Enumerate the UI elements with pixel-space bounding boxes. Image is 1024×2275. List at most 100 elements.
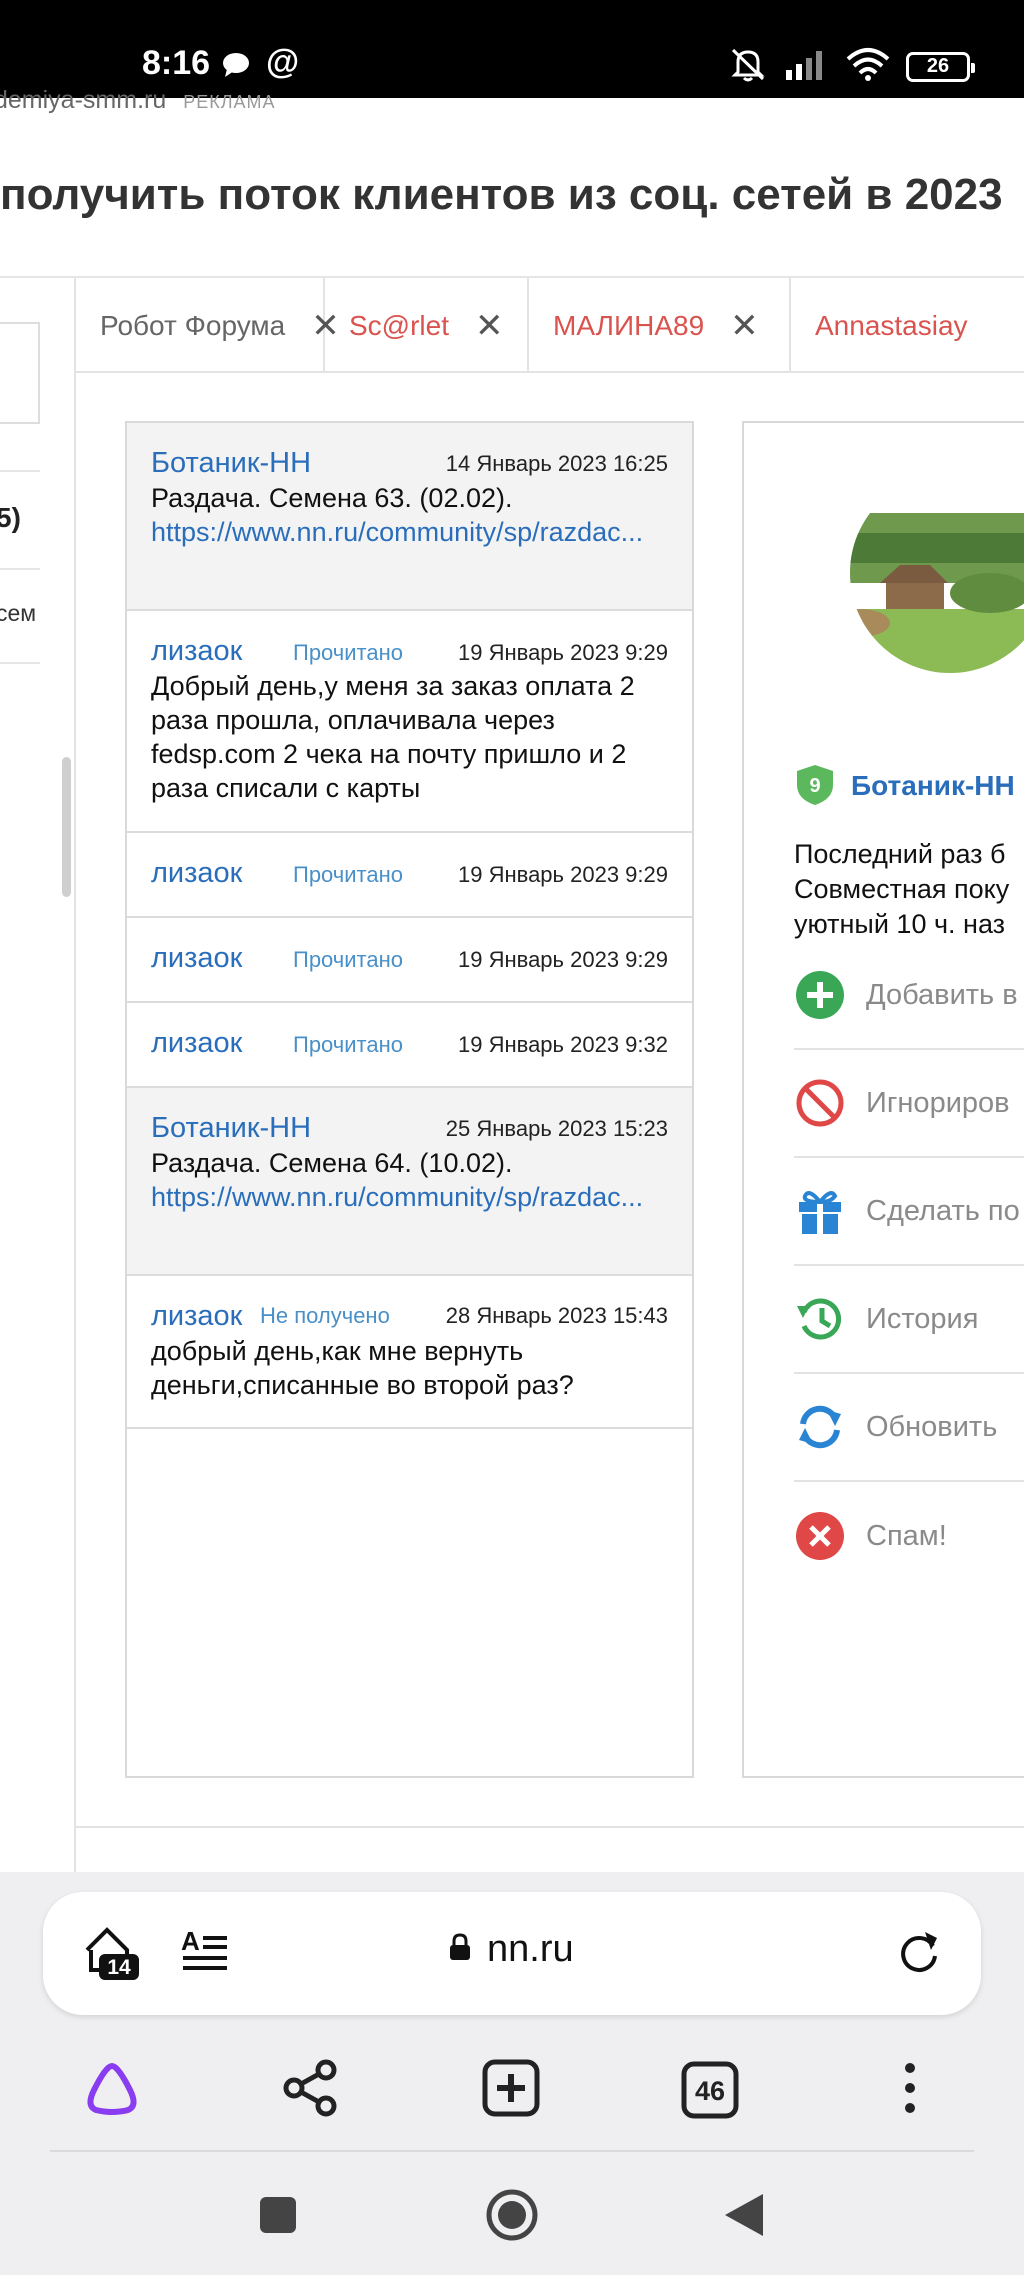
- menu-button[interactable]: [870, 2050, 950, 2130]
- share-icon: [280, 2058, 340, 2123]
- status-time: 8:16: [142, 44, 211, 82]
- tabs-counter-button[interactable]: 14: [81, 1924, 143, 1987]
- send-gift-button[interactable]: Сделать по: [794, 1158, 1024, 1266]
- message-link[interactable]: https://www.nn.ru/community/sp/razdac...: [151, 1180, 670, 1214]
- message-text: Раздача. Семена 64. (10.02). https://www…: [151, 1146, 670, 1214]
- ad-line[interactable]: demiya-smm.ru РЕКЛАМА: [0, 86, 276, 116]
- tab-label: Sc@rlet: [349, 309, 449, 341]
- close-icon[interactable]: ✕: [730, 306, 759, 346]
- close-circle-icon: [794, 1510, 846, 1562]
- chat-notification-icon: [222, 52, 250, 83]
- message-date: 19 Январь 2023 9:29: [458, 862, 668, 887]
- sidebar-item-count[interactable]: 5): [0, 502, 21, 534]
- tab-label: Робот Форума: [100, 309, 286, 341]
- spam-button[interactable]: Спам!: [794, 1482, 1024, 1590]
- action-label: Игнориров: [866, 1086, 1010, 1119]
- lock-icon: [449, 1928, 471, 1971]
- message-date: 25 Январь 2023 15:23: [445, 1116, 668, 1141]
- ad-label: РЕКЛАМА: [183, 92, 276, 112]
- message-status: Прочитано: [293, 1032, 403, 1057]
- message-item[interactable]: лизаок Прочитано 19 Январь 2023 9:29: [127, 833, 692, 918]
- at-notification-icon: @: [266, 43, 300, 81]
- message-link[interactable]: https://www.nn.ru/community/sp/razdac...: [151, 515, 670, 549]
- message-date: 28 Январь 2023 15:43: [445, 1303, 668, 1328]
- address-bar[interactable]: 14 A nn.ru: [43, 1892, 981, 2015]
- divider: [0, 662, 40, 664]
- message-author[interactable]: лизаок: [151, 1300, 242, 1333]
- home-button[interactable]: [467, 2172, 557, 2262]
- tab-label: МАЛИНА89: [553, 309, 705, 341]
- reader-mode-icon[interactable]: A: [181, 1926, 229, 1979]
- action-label: Обновить: [866, 1410, 998, 1443]
- last-seen-line: Последний раз б: [794, 839, 1006, 869]
- share-button[interactable]: [270, 2050, 350, 2130]
- ad-headline[interactable]: получить поток клиентов из соц. сетей в …: [0, 170, 1024, 220]
- message-text: добрый день,как мне вернуть деньги,списа…: [151, 1336, 574, 1400]
- message-item[interactable]: лизаок Не получено 28 Январь 2023 15:43 …: [127, 1276, 692, 1429]
- message-text: Добрый день,у меня за заказ оплата 2 раз…: [151, 671, 635, 803]
- conversation-tabs: Робот Форума ✕ Sc@rlet ✕ МАЛИНА89 ✕ Anna…: [76, 278, 1024, 373]
- history-button[interactable]: История: [794, 1266, 1024, 1374]
- profile-panel: 9 Ботаник-НН Последний раз б Совместная …: [742, 421, 1024, 1778]
- profile-name[interactable]: Ботаник-НН: [851, 770, 1015, 802]
- back-button[interactable]: [700, 2172, 790, 2262]
- reload-icon[interactable]: [895, 1928, 943, 1981]
- recent-apps-button[interactable]: [233, 2172, 323, 2262]
- message-status: Прочитано: [293, 862, 403, 887]
- tabs-counter: 14: [107, 1956, 131, 1979]
- status-icons: 26: [728, 46, 975, 87]
- tab-conversation-3[interactable]: Annastasiay: [791, 278, 1024, 371]
- message-date: 19 Январь 2023 9:29: [458, 640, 668, 665]
- action-label: Добавить в: [866, 978, 1018, 1011]
- signal-icon: [784, 48, 830, 85]
- gift-icon: [794, 1185, 846, 1237]
- refresh-button[interactable]: Обновить: [794, 1374, 1024, 1482]
- scrollbar[interactable]: [62, 757, 71, 897]
- status-bar: 8:16 @ 26: [0, 0, 1024, 98]
- refresh-icon: [794, 1401, 846, 1453]
- message-author[interactable]: лизаок: [151, 857, 242, 890]
- sidebar-box[interactable]: [0, 322, 40, 424]
- divider: [0, 470, 40, 472]
- message-item[interactable]: лизаок Прочитано 19 Январь 2023 9:32: [127, 1003, 692, 1088]
- message-item[interactable]: Ботаник-НН 25 Январь 2023 15:23 Раздача.…: [127, 1088, 692, 1276]
- url-text: nn.ru: [487, 1928, 574, 1970]
- message-date: 19 Январь 2023 9:29: [458, 947, 668, 972]
- new-tab-button[interactable]: [471, 2050, 551, 2130]
- message-author[interactable]: лизаок: [151, 942, 242, 975]
- tab-conversation-1[interactable]: Sc@rlet ✕: [325, 278, 529, 371]
- avatar[interactable]: [850, 473, 1024, 673]
- sidebar-item-label[interactable]: сем: [0, 600, 36, 627]
- add-friend-button[interactable]: Добавить в: [794, 942, 1024, 1050]
- close-icon[interactable]: ✕: [475, 306, 504, 346]
- message-item[interactable]: лизаок Прочитано 19 Январь 2023 9:29 Доб…: [127, 611, 692, 833]
- back-triangle-icon: [723, 2192, 767, 2243]
- message-status: Прочитано: [293, 640, 403, 665]
- tab-conversation-0[interactable]: Робот Форума ✕: [76, 278, 340, 371]
- message-item[interactable]: лизаок Прочитано 19 Январь 2023 9:29: [127, 918, 692, 1003]
- home-circle-icon: [485, 2188, 539, 2247]
- message-status: Не получено: [260, 1303, 390, 1328]
- tab-conversation-2[interactable]: МАЛИНА89 ✕: [529, 278, 791, 371]
- message-author[interactable]: Ботаник-НН: [151, 1112, 311, 1145]
- history-icon: [794, 1293, 846, 1345]
- url-display[interactable]: nn.ru: [449, 1928, 574, 1971]
- message-item[interactable]: Ботаник-НН 14 Январь 2023 16:25 Раздача.…: [127, 423, 692, 611]
- open-tabs-button[interactable]: 46: [670, 2050, 750, 2130]
- message-author[interactable]: лизаок: [151, 1027, 242, 1060]
- alice-assistant-button[interactable]: [72, 2050, 152, 2130]
- message-text-line: Раздача. Семена 63. (02.02).: [151, 483, 513, 513]
- more-vertical-icon: [900, 2060, 920, 2121]
- message-list: Ботаник-НН 14 Январь 2023 16:25 Раздача.…: [125, 421, 694, 1778]
- ignore-button[interactable]: Игнориров: [794, 1050, 1024, 1158]
- message-text: Раздача. Семена 63. (02.02). https://www…: [151, 481, 670, 549]
- wifi-icon: [846, 47, 890, 86]
- system-navigation-bar: [0, 2172, 1024, 2262]
- message-date: 14 Январь 2023 16:25: [445, 451, 668, 476]
- plus-circle-icon: [794, 969, 846, 1021]
- open-tabs-count: 46: [695, 2076, 725, 2106]
- svg-text:A: A: [181, 1928, 200, 1956]
- ad-domain[interactable]: demiya-smm.ru: [0, 86, 166, 114]
- message-author[interactable]: лизаок: [151, 635, 242, 668]
- message-author[interactable]: Ботаник-НН: [151, 447, 311, 480]
